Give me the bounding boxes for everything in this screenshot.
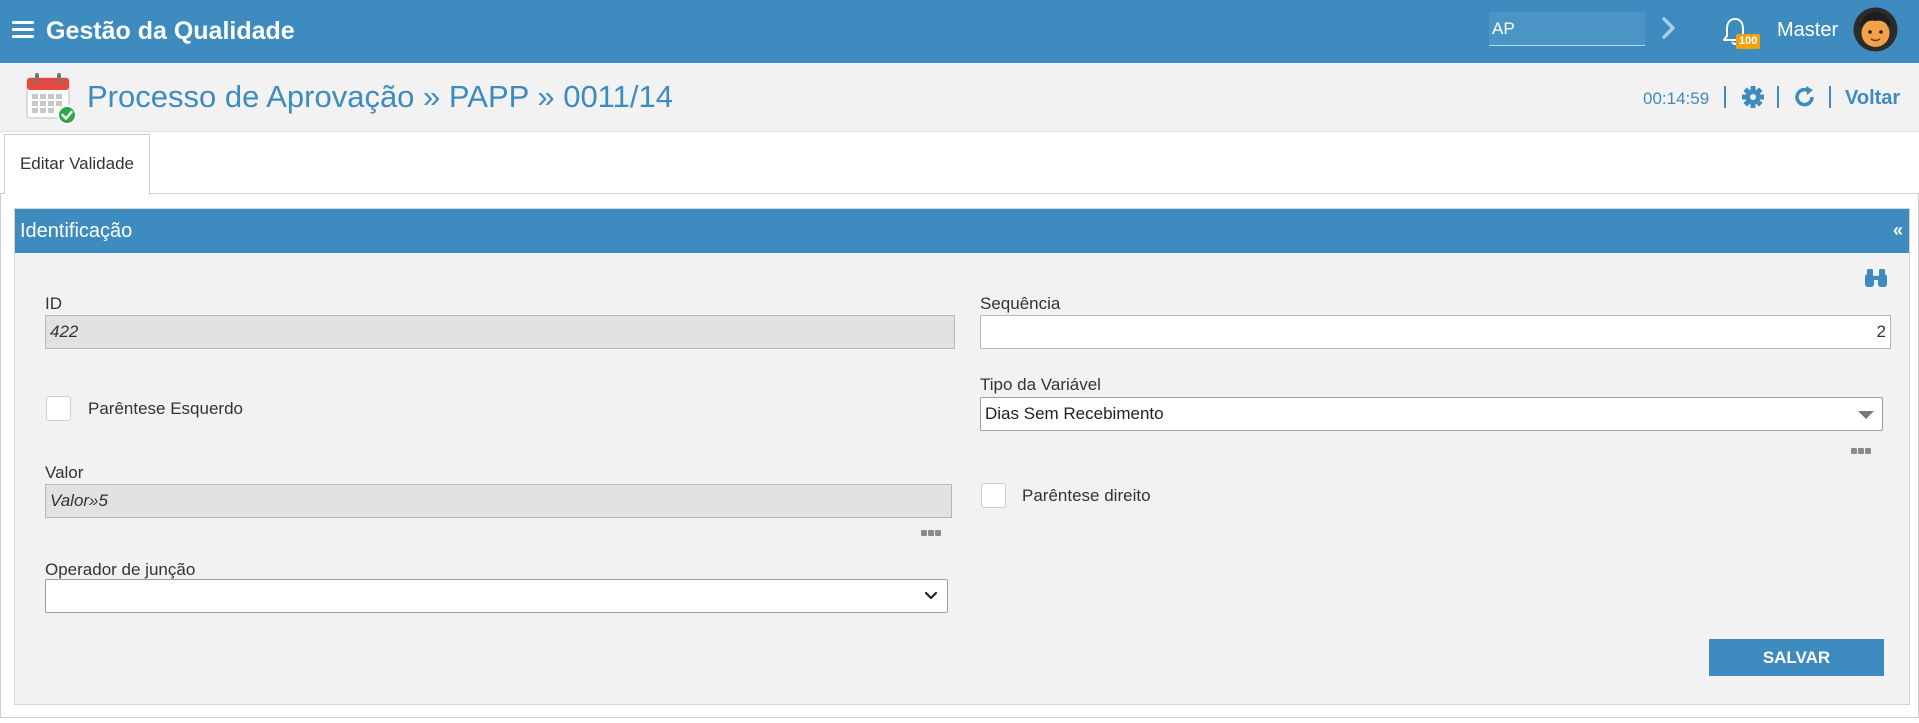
calendar-check-icon [26, 73, 77, 125]
id-label: ID [45, 294, 62, 313]
notification-badge: 100 [1736, 34, 1761, 49]
panel-title: Identificação [20, 220, 133, 242]
page-header: Processo de Aprovação » PAPP » 0011/14 0… [0, 63, 1919, 132]
back-link[interactable]: Voltar [1845, 87, 1900, 110]
refresh-icon[interactable] [1793, 84, 1817, 110]
tipo-variavel-more-button[interactable] [1851, 441, 1873, 454]
caret-down-icon [1858, 411, 1874, 419]
user-name[interactable]: Master [1777, 19, 1838, 42]
session-timer: 00:14:59 [1643, 89, 1710, 108]
avatar[interactable] [1853, 7, 1898, 52]
search-input[interactable] [1489, 12, 1645, 46]
sequencia-input[interactable]: 2 [980, 315, 1891, 349]
app-title[interactable]: Gestão da Qualidade [46, 17, 295, 46]
operador-juncao-label: Operador de junção [45, 560, 196, 579]
parentese-direito-checkbox[interactable] [981, 483, 1006, 508]
separator [1829, 86, 1831, 108]
identificacao-panel: Identificação « ID 422 Parêntese Esquerd… [14, 208, 1910, 705]
panel-header: Identificação « [15, 209, 1909, 253]
page-title: Processo de Aprovação » PAPP » 0011/14 [87, 79, 673, 114]
operador-juncao-select[interactable] [45, 579, 948, 613]
top-bar: Gestão da Qualidade 100 Master [0, 0, 1919, 63]
valor-field: Valor»5 [45, 484, 952, 518]
tab-editar-validade[interactable]: Editar Validade [4, 134, 150, 194]
collapse-toggle[interactable]: « [1893, 220, 1903, 241]
tipo-variavel-value: Dias Sem Recebimento [985, 404, 1164, 423]
separator [1724, 86, 1726, 108]
separator [1777, 86, 1779, 108]
chevron-right-icon[interactable] [1660, 15, 1678, 41]
parentese-esquerdo-checkbox[interactable] [46, 396, 71, 421]
save-button[interactable]: SALVAR [1709, 639, 1884, 676]
valor-label: Valor [45, 463, 84, 482]
tipo-variavel-label: Tipo da Variável [980, 375, 1101, 394]
gear-icon[interactable] [1741, 84, 1765, 110]
parentese-direito-label: Parêntese direito [1022, 486, 1151, 505]
tipo-variavel-select[interactable]: Dias Sem Recebimento [980, 397, 1883, 431]
id-field: 422 [45, 315, 955, 349]
binoculars-icon[interactable] [1864, 268, 1888, 288]
valor-more-button[interactable] [921, 523, 943, 536]
parentese-esquerdo-label: Parêntese Esquerdo [88, 399, 243, 418]
chevron-down-icon [924, 591, 938, 600]
sequencia-label: Sequência [980, 294, 1061, 313]
hamburger-icon[interactable] [12, 21, 34, 39]
